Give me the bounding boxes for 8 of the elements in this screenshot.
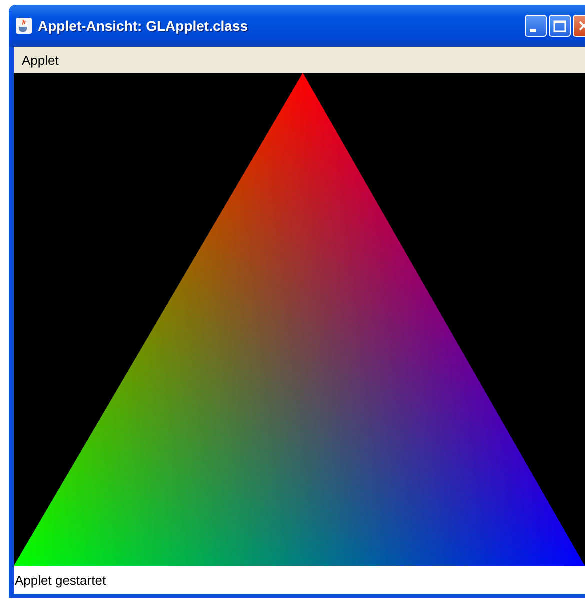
status-text: Applet gestartet bbox=[15, 572, 106, 588]
minimize-icon bbox=[530, 28, 536, 32]
minimize-button[interactable] bbox=[525, 15, 547, 37]
menu-item[interactable]: Applet bbox=[18, 50, 63, 70]
window-title: Applet-Ansicht: GLApplet.class bbox=[38, 18, 250, 34]
maximize-icon bbox=[553, 19, 567, 33]
coffee-cup-icon bbox=[16, 18, 32, 34]
maximize-button[interactable] bbox=[549, 15, 571, 37]
